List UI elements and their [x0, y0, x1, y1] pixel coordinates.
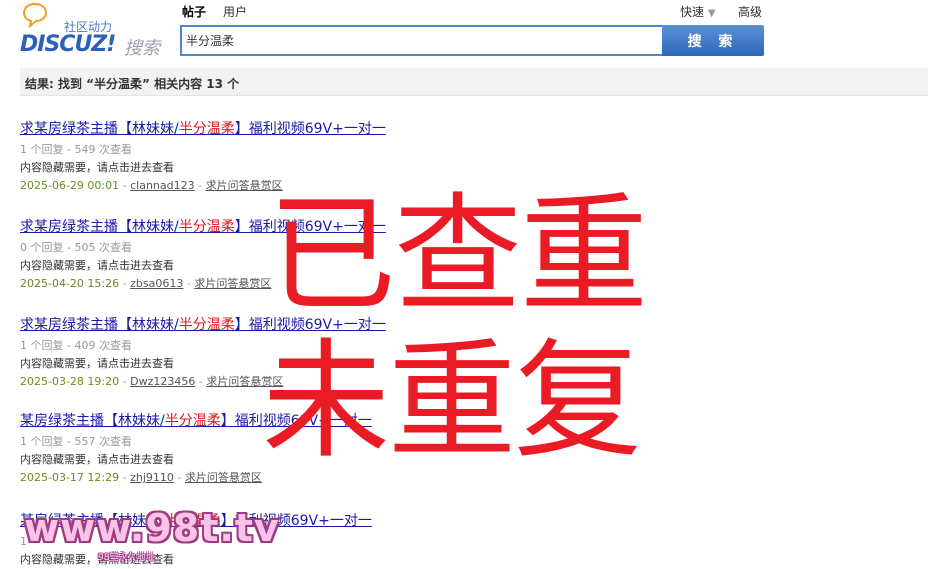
- result-date: 2025-04-20 15:26: [20, 277, 120, 290]
- brand-name: DISCUZ!: [20, 32, 116, 57]
- quick-label: 快速: [680, 5, 705, 19]
- result-stats: 1 个回复 - 549 次查看: [20, 143, 132, 156]
- result-forum-link[interactable]: 求片问答悬赏区: [194, 277, 271, 290]
- search-button[interactable]: 搜 索: [662, 25, 764, 56]
- result-title-prefix: 求某房绿茶主播【林妹妹/: [20, 219, 179, 235]
- result-author-link[interactable]: zhj9110: [130, 471, 174, 484]
- result-hidden-note: 内容隐藏需要，请点击进去查看: [20, 161, 174, 174]
- result-author-link[interactable]: clannad123: [130, 179, 195, 192]
- result-forum-link[interactable]: 求片问答悬赏区: [185, 471, 262, 484]
- discuz-logo[interactable]: 社区动力 DISCUZ! 搜索: [20, 2, 170, 59]
- brand-search-label: 搜索: [124, 38, 160, 59]
- speech-bubble-icon: [22, 2, 48, 28]
- result-title-highlight: 半分温柔: [178, 121, 235, 137]
- result-author-link[interactable]: Dwz123456: [130, 375, 195, 388]
- result-title-link[interactable]: 求某房绿茶主播【林妹妹/半分温柔】福利视频69V+一对一: [20, 120, 520, 138]
- result-date: 2025-06-29 00:01: [20, 179, 120, 192]
- advanced-search-link[interactable]: 高级: [738, 3, 762, 20]
- search-input[interactable]: [180, 25, 662, 56]
- result-date: 2025-03-28 19:20: [20, 375, 120, 388]
- tab-users[interactable]: 用户: [223, 3, 247, 20]
- result-title-prefix: 求某房绿茶主播【林妹妹/: [20, 317, 179, 333]
- result-title-suffix: 】福利视频69V+一对一: [234, 121, 386, 137]
- site-watermark: www.98t.tv: [24, 506, 280, 550]
- site-watermark-subtitle: 98堂永久地址: [98, 553, 155, 563]
- chevron-down-icon: ▼: [707, 8, 716, 19]
- result-title-prefix: 求某房绿茶主播【林妹妹/: [20, 121, 179, 137]
- result-date: 2025-03-17 12:29: [20, 471, 120, 484]
- result-title-prefix: 某房绿茶主播【林妹妹/: [20, 413, 165, 429]
- result-title-highlight: 半分温柔: [178, 317, 235, 333]
- result-title-highlight: 半分温柔: [164, 413, 221, 429]
- result-summary: 结果: 找到 “半分温柔” 相关内容 13 个: [25, 77, 240, 91]
- result-summary-bar: 结果: 找到 “半分温柔” 相关内容 13 个: [20, 68, 928, 96]
- stamp-not-duplicate: 未重复: [262, 327, 642, 476]
- result-title-highlight: 半分温柔: [178, 219, 235, 235]
- stamp-already-checked: 已查重: [268, 181, 648, 330]
- result-hidden-note: 内容隐藏需要，请点击进去查看: [20, 553, 174, 566]
- quick-dropdown[interactable]: 快速 ▼: [680, 3, 716, 20]
- tab-posts[interactable]: 帖子: [182, 3, 206, 20]
- result-author-link[interactable]: zbsa0613: [130, 277, 183, 290]
